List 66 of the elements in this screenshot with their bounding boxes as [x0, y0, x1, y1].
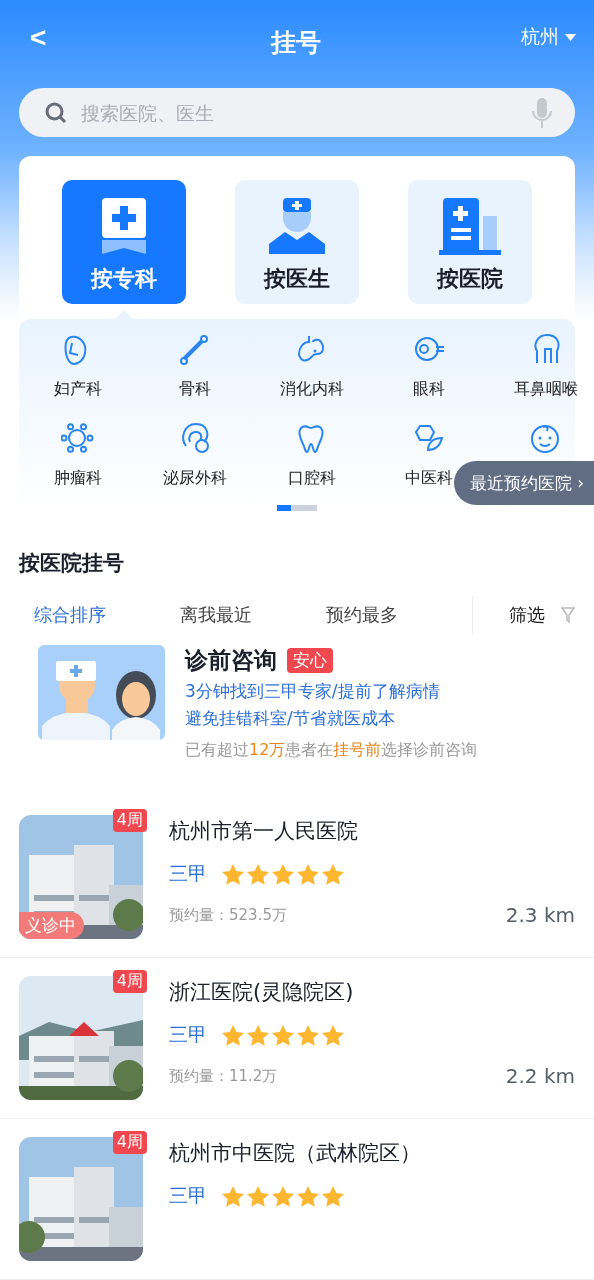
week-badge: 4周 [112, 970, 147, 993]
star-icon [271, 1023, 295, 1047]
hospital-card[interactable]: 4周 义诊中 杭州市第一人民医院 三甲 预约量：523.5万 2.3 km [0, 797, 594, 958]
star-icon [246, 1023, 270, 1047]
page-indicator [277, 505, 317, 511]
week-badge: 4周 [112, 1131, 147, 1154]
department-label[interactable]: 耳鼻咽喉 [513, 379, 578, 400]
star-icon [271, 1184, 295, 1208]
hospital-name: 杭州市中医院（武林院区） [169, 1140, 422, 1167]
hospital-grade: 三甲 [169, 1183, 207, 1208]
sort-tab[interactable]: 预约最多 [326, 603, 472, 627]
medical-book-icon [100, 196, 148, 256]
virus-icon[interactable] [60, 422, 95, 456]
hospital-building-icon [437, 196, 503, 256]
search-bar[interactable]: 搜索医院、医生 [19, 88, 575, 137]
section-title: 按医院挂号 [17, 550, 125, 577]
caret-icon [565, 33, 576, 41]
hospital-name: 杭州市第一人民医院 [169, 818, 359, 845]
star-icon [296, 1023, 320, 1047]
star-icon [321, 1184, 345, 1208]
distance: 2.2 km [505, 1064, 575, 1088]
department-label[interactable]: 眼科 [412, 379, 445, 400]
star-icon [221, 862, 245, 886]
week-badge: 4周 [112, 809, 147, 832]
mode-tab[interactable]: 按专科 [62, 180, 186, 304]
filter-button[interactable]: 筛选 [509, 603, 575, 627]
consult-tag: 安心 [287, 648, 333, 673]
department-label[interactable]: 消化内科 [279, 379, 344, 400]
star-icon [296, 862, 320, 886]
star-icon [296, 1184, 320, 1208]
star-icon [221, 1184, 245, 1208]
department-label[interactable]: 中医科 [404, 468, 453, 489]
page-title: 挂号 [270, 26, 321, 59]
event-badge: 义诊中 [19, 912, 84, 939]
department-label[interactable]: 妇产科 [53, 379, 102, 400]
star-icon [221, 1023, 245, 1047]
mode-tab[interactable]: 按医生 [235, 180, 359, 304]
department-label[interactable]: 肿瘤科 [53, 468, 102, 489]
hospital-name: 浙江医院(灵隐院区) [169, 979, 355, 1006]
star-icon [321, 1023, 345, 1047]
booking-volume: 预约量：523.5万 [169, 905, 287, 925]
star-icon [321, 862, 345, 886]
star-icon [271, 862, 295, 886]
hospital-grade: 三甲 [169, 861, 207, 886]
recent-hospitals-button[interactable]: 最近预约医院 › [453, 461, 594, 505]
department-label[interactable]: 骨科 [178, 379, 211, 400]
consult-description: 3分钟找到三甲专家/提前了解病情 [185, 680, 441, 703]
department-label[interactable]: 口腔科 [287, 468, 336, 489]
star-icon [246, 862, 270, 886]
hospital-card[interactable]: 4周 杭州市中医院（武林院区） 三甲 [0, 1119, 594, 1280]
department-label[interactable]: 泌尿外科 [162, 468, 227, 489]
search-input[interactable]: 搜索医院、医生 [79, 100, 519, 125]
star-icon [246, 1184, 270, 1208]
consult-description: 避免挂错科室/节省就医成本 [185, 707, 396, 730]
hospital-grade: 三甲 [169, 1022, 207, 1047]
doctor-icon [267, 196, 327, 256]
mode-tab[interactable]: 按医院 [408, 180, 532, 304]
consult-note: 已有超过12万患者在挂号前选择诊前咨询 [185, 740, 478, 761]
search-icon [45, 101, 67, 124]
hospital-card[interactable]: 4周 浙江医院(灵隐院区) 三甲 预约量：11.2万 2.2 km [0, 958, 594, 1119]
consult-title: 诊前咨询 [185, 646, 277, 675]
booking-volume: 预约量：11.2万 [169, 1066, 278, 1086]
distance: 2.3 km [505, 903, 575, 927]
sort-tab[interactable]: 离我最近 [180, 603, 326, 627]
filter-icon [561, 607, 575, 623]
sort-tab[interactable]: 综合排序 [34, 603, 180, 627]
